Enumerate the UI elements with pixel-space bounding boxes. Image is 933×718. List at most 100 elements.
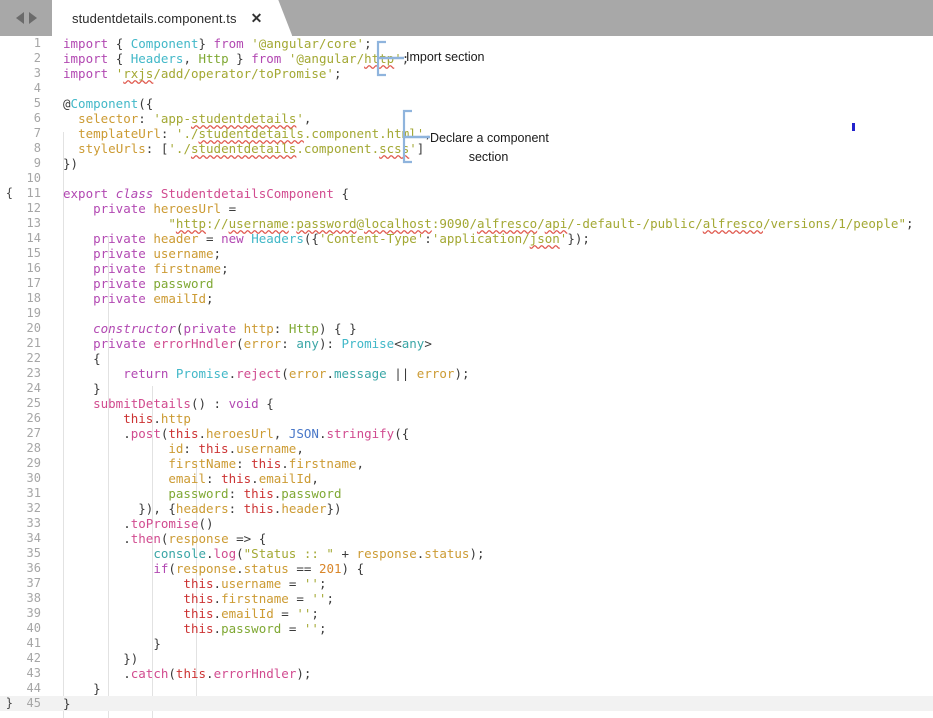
- code-line[interactable]: 19: [0, 306, 933, 321]
- code-line[interactable]: 24 }: [0, 381, 933, 396]
- code-line[interactable]: } 45}: [0, 696, 933, 711]
- triangle-left-icon[interactable]: [15, 12, 24, 24]
- code-line[interactable]: 37 this.username = '';: [0, 576, 933, 591]
- code-line[interactable]: 21 private errorHndler(error: any): Prom…: [0, 336, 933, 351]
- code-line[interactable]: 31 password: this.password: [0, 486, 933, 501]
- line-number: 35: [26, 546, 41, 560]
- code-line[interactable]: 40 this.password = '';: [0, 621, 933, 636]
- line-content[interactable]: submitDetails() : void {: [45, 396, 933, 411]
- line-content[interactable]: private password: [45, 276, 933, 291]
- line-number: 11: [26, 186, 41, 200]
- line-content[interactable]: firstName: this.firstname,: [45, 456, 933, 471]
- line-content[interactable]: return Promise.reject(error.message || e…: [45, 366, 933, 381]
- line-number: 21: [26, 336, 41, 350]
- line-content[interactable]: .toPromise(): [45, 516, 933, 531]
- code-line[interactable]: 30 email: this.emailId,: [0, 471, 933, 486]
- code-line[interactable]: 14 private header = new Headers({'Conten…: [0, 231, 933, 246]
- line-content[interactable]: this.firstname = '';: [45, 591, 933, 606]
- code-line[interactable]: 43 .catch(this.errorHndler);: [0, 666, 933, 681]
- code-line[interactable]: 44 }: [0, 681, 933, 696]
- line-content[interactable]: password: this.password: [45, 486, 933, 501]
- line-content[interactable]: private emailId;: [45, 291, 933, 306]
- line-content[interactable]: this.username = '';: [45, 576, 933, 591]
- line-content[interactable]: private firstname;: [45, 261, 933, 276]
- line-content[interactable]: "http://username:password@localhost:9090…: [45, 216, 933, 231]
- code-line[interactable]: 13 "http://username:password@localhost:9…: [0, 216, 933, 231]
- editor-tab-studentdetails[interactable]: studentdetails.component.ts ✕: [52, 0, 292, 36]
- line-content[interactable]: private header = new Headers({'Content-T…: [45, 231, 933, 246]
- line-content[interactable]: this.emailId = '';: [45, 606, 933, 621]
- code-line[interactable]: 10: [0, 171, 933, 186]
- line-content[interactable]: import { Component} from '@angular/core'…: [45, 36, 933, 51]
- code-line[interactable]: {11 export class StudentdetailsComponent …: [0, 186, 933, 201]
- line-number: 37: [26, 576, 41, 590]
- code-line[interactable]: 41 }: [0, 636, 933, 651]
- code-line[interactable]: 28 id: this.username,: [0, 441, 933, 456]
- code-line[interactable]: 6 selector: 'app-studentdetails',: [0, 111, 933, 126]
- line-content[interactable]: .catch(this.errorHndler);: [45, 666, 933, 681]
- code-line[interactable]: 18 private emailId;: [0, 291, 933, 306]
- fold-marker[interactable]: }: [0, 696, 15, 711]
- code-line[interactable]: 27 .post(this.heroesUrl, JSON.stringify(…: [0, 426, 933, 441]
- line-content[interactable]: .post(this.heroesUrl, JSON.stringify({: [45, 426, 933, 441]
- fold-marker[interactable]: {: [0, 186, 15, 201]
- line-content[interactable]: }: [45, 381, 933, 396]
- code-line[interactable]: 33 .toPromise(): [0, 516, 933, 531]
- code-line[interactable]: 15 private username;: [0, 246, 933, 261]
- triangle-right-icon[interactable]: [28, 12, 37, 24]
- line-number: 36: [26, 561, 41, 575]
- code-line[interactable]: 25 submitDetails() : void {: [0, 396, 933, 411]
- line-number: 8: [33, 141, 41, 155]
- code-line[interactable]: 26 this.http: [0, 411, 933, 426]
- code-line[interactable]: 3 import 'rxjs/add/operator/toPromise';: [0, 66, 933, 81]
- code-line[interactable]: 1 import { Component} from '@angular/core…: [0, 36, 933, 51]
- code-line[interactable]: 35 console.log("Status :: " + response.s…: [0, 546, 933, 561]
- tab-nav-arrows[interactable]: [0, 0, 52, 36]
- line-content[interactable]: @Component({: [45, 96, 933, 111]
- code-line[interactable]: 23 return Promise.reject(error.message |…: [0, 366, 933, 381]
- line-content[interactable]: }: [45, 636, 933, 651]
- line-content[interactable]: }): [45, 651, 933, 666]
- line-content[interactable]: import 'rxjs/add/operator/toPromise';: [45, 66, 933, 81]
- code-line[interactable]: 32 }), {headers: this.header}): [0, 501, 933, 516]
- code-line[interactable]: 22 {: [0, 351, 933, 366]
- line-content[interactable]: {: [45, 351, 933, 366]
- line-content[interactable]: private username;: [45, 246, 933, 261]
- line-number: 24: [26, 381, 41, 395]
- line-content[interactable]: email: this.emailId,: [45, 471, 933, 486]
- line-content[interactable]: import { Headers, Http } from '@angular/…: [45, 51, 933, 66]
- close-icon[interactable]: ✕: [251, 11, 263, 25]
- line-number: 29: [26, 456, 41, 470]
- code-line[interactable]: 34 .then(response => {: [0, 531, 933, 546]
- line-content[interactable]: private errorHndler(error: any): Promise…: [45, 336, 933, 351]
- line-number: 32: [26, 501, 41, 515]
- code-line[interactable]: 42 }): [0, 651, 933, 666]
- code-line[interactable]: 16 private firstname;: [0, 261, 933, 276]
- line-content[interactable]: console.log("Status :: " + response.stat…: [45, 546, 933, 561]
- line-content[interactable]: this.http: [45, 411, 933, 426]
- code-line[interactable]: 38 this.firstname = '';: [0, 591, 933, 606]
- code-line[interactable]: 17 private password: [0, 276, 933, 291]
- line-content[interactable]: constructor(private http: Http) { }: [45, 321, 933, 336]
- code-line[interactable]: 4: [0, 81, 933, 96]
- line-content[interactable]: id: this.username,: [45, 441, 933, 456]
- code-line[interactable]: 39 this.emailId = '';: [0, 606, 933, 621]
- line-content[interactable]: }), {headers: this.header}): [45, 501, 933, 516]
- code-line[interactable]: 5 @Component({: [0, 96, 933, 111]
- line-content[interactable]: export class StudentdetailsComponent {: [45, 186, 933, 201]
- line-number: 6: [33, 111, 41, 125]
- text-cursor-marker: [852, 123, 855, 131]
- line-content[interactable]: .then(response => {: [45, 531, 933, 546]
- line-content[interactable]: selector: 'app-studentdetails',: [45, 111, 933, 126]
- code-line[interactable]: 36 if(response.status == 201) {: [0, 561, 933, 576]
- code-line[interactable]: 29 firstName: this.firstname,: [0, 456, 933, 471]
- code-line[interactable]: 12 private heroesUrl =: [0, 201, 933, 216]
- line-content[interactable]: this.password = '';: [45, 621, 933, 636]
- line-content[interactable]: }: [45, 681, 933, 696]
- line-number: 9: [33, 156, 41, 170]
- code-line[interactable]: 20 constructor(private http: Http) { }: [0, 321, 933, 336]
- line-number: 1: [33, 36, 41, 50]
- line-content[interactable]: }: [45, 696, 933, 711]
- line-content[interactable]: private heroesUrl =: [45, 201, 933, 216]
- line-content[interactable]: if(response.status == 201) {: [45, 561, 933, 576]
